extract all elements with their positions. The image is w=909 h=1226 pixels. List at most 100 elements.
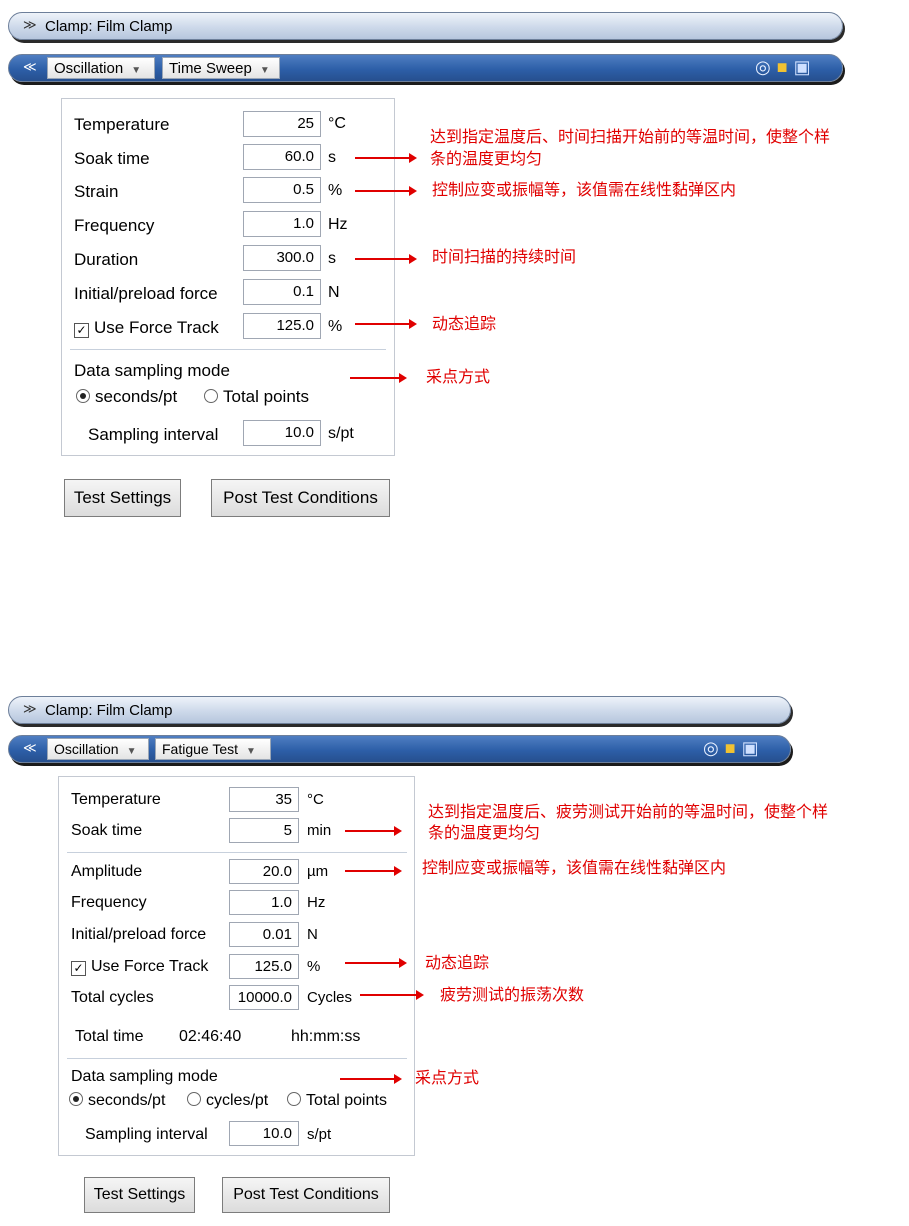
expand-chevron-icon[interactable]: ≫ xyxy=(23,701,37,717)
amplitude-note: 控制应变或振幅等，该值需在线性黏弹区内 xyxy=(422,858,727,877)
globe-icon[interactable]: ◎ xyxy=(755,57,771,77)
soak-time-unit: s xyxy=(328,149,336,166)
radio-total-points-label: Total points xyxy=(223,387,309,406)
frequency-input[interactable]: 1.0 xyxy=(243,211,321,237)
preload-force-input[interactable]: 0.1 xyxy=(243,279,321,305)
radio-seconds-label: seconds/pt xyxy=(95,387,178,406)
sampling-mode-title: Data sampling mode xyxy=(71,1068,218,1085)
save-icon[interactable]: ▣ xyxy=(742,738,759,758)
post-test-conditions-button[interactable]: Post Test Conditions xyxy=(211,479,390,517)
expand-chevron-icon[interactable]: ≫ xyxy=(23,17,37,33)
annotation-arrow xyxy=(345,958,407,968)
globe-icon[interactable]: ◎ xyxy=(703,738,719,758)
radio-unselected-icon[interactable] xyxy=(287,1092,301,1106)
duration-label: Duration xyxy=(74,250,139,269)
soak-note-line2: 条的温度更均匀 xyxy=(430,149,543,168)
test-settings-button[interactable]: Test Settings xyxy=(64,479,181,517)
total-cycles-input[interactable]: 10000.0 xyxy=(229,985,299,1010)
sampling-interval-input[interactable]: 10.0 xyxy=(229,1121,299,1146)
test-type-select[interactable]: Fatigue Test ▼ xyxy=(155,738,271,760)
test-type-value: Fatigue Test xyxy=(162,741,239,757)
soak-time-label: Soak time xyxy=(71,822,143,839)
annotation-arrow xyxy=(355,153,417,163)
soak-note-line1: 达到指定温度后、时间扫描开始前的等温时间，使整个样 xyxy=(430,127,831,146)
collapse-chevron-icon[interactable]: ≪ xyxy=(23,59,37,75)
radio-total-points[interactable]: Total points xyxy=(287,1092,387,1110)
mode-select-value: Oscillation xyxy=(54,60,124,77)
force-track-input[interactable]: 125.0 xyxy=(243,313,321,339)
preload-force-label: Initial/preload force xyxy=(71,926,207,943)
radio-seconds-pt[interactable]: seconds/pt xyxy=(76,387,177,407)
frequency-input[interactable]: 1.0 xyxy=(229,890,299,915)
sampling-interval-input[interactable]: 10.0 xyxy=(243,420,321,446)
radio-seconds-label: seconds/pt xyxy=(88,1092,166,1109)
test-type-value: Time Sweep xyxy=(169,60,252,77)
checkbox-checked-icon[interactable]: ✓ xyxy=(71,961,86,976)
amplitude-unit: µm xyxy=(307,863,329,880)
annotation-arrow xyxy=(355,186,417,196)
radio-total-points[interactable]: Total points xyxy=(204,387,309,407)
sampling-interval-unit: s/pt xyxy=(307,1126,332,1143)
annotation-arrow xyxy=(345,826,402,836)
collapse-chevron-icon[interactable]: ≪ xyxy=(23,740,37,756)
duration-input[interactable]: 300.0 xyxy=(243,245,321,271)
force-track-unit: % xyxy=(307,958,321,975)
chevron-down-icon: ▼ xyxy=(259,65,270,76)
folder-icon[interactable]: ■ xyxy=(777,57,788,77)
strain-note: 控制应变或振幅等，该值需在线性黏弹区内 xyxy=(432,180,737,199)
parameters-panel: Temperature 25 °C Soak time 60.0 s Strai… xyxy=(61,98,395,456)
temperature-unit: °C xyxy=(328,115,346,132)
preload-force-input[interactable]: 0.01 xyxy=(229,922,299,947)
chevron-down-icon: ▼ xyxy=(126,746,137,757)
radio-cycles-label: cycles/pt xyxy=(206,1092,269,1109)
radio-selected-icon[interactable] xyxy=(69,1092,83,1106)
force-track-checkbox[interactable]: ✓ Use Force Track xyxy=(74,318,219,338)
temperature-input[interactable]: 35 xyxy=(229,787,299,812)
radio-cycles-pt[interactable]: cycles/pt xyxy=(187,1092,268,1110)
soak-note-line1: 达到指定温度后、疲劳测试开始前的等温时间，使整个样 xyxy=(428,802,829,821)
clamp-bar[interactable]: ≫ Clamp: Film Clamp xyxy=(8,696,791,724)
total-time-unit: hh:mm:ss xyxy=(291,1028,361,1045)
temperature-unit: °C xyxy=(307,791,324,808)
soak-note-line2: 条的温度更均匀 xyxy=(428,823,541,842)
test-type-select[interactable]: Time Sweep ▼ xyxy=(162,57,280,79)
test-settings-button[interactable]: Test Settings xyxy=(84,1177,195,1213)
total-cycles-unit: Cycles xyxy=(307,989,353,1006)
chevron-down-icon: ▼ xyxy=(246,746,256,757)
force-track-label: Use Force Track xyxy=(91,958,209,975)
save-icon[interactable]: ▣ xyxy=(794,57,811,77)
frequency-unit: Hz xyxy=(307,894,326,911)
divider xyxy=(67,1058,407,1059)
duration-unit: s xyxy=(328,250,336,267)
annotation-arrow xyxy=(350,373,407,383)
force-track-input[interactable]: 125.0 xyxy=(229,954,299,979)
annotation-arrow xyxy=(340,1074,402,1084)
radio-seconds-pt[interactable]: seconds/pt xyxy=(69,1092,165,1110)
soak-time-input[interactable]: 60.0 xyxy=(243,144,321,170)
amplitude-input[interactable]: 20.0 xyxy=(229,859,299,884)
checkbox-checked-icon[interactable]: ✓ xyxy=(74,323,89,338)
soak-time-label: Soak time xyxy=(74,149,150,168)
mode-select[interactable]: Oscillation ▼ xyxy=(47,738,149,760)
mode-select[interactable]: Oscillation ▼ xyxy=(47,57,155,79)
folder-icon[interactable]: ■ xyxy=(725,738,736,758)
strain-input[interactable]: 0.5 xyxy=(243,177,321,203)
force-track-note: 动态追踪 xyxy=(432,314,497,333)
total-cycles-label: Total cycles xyxy=(71,989,154,1006)
radio-unselected-icon[interactable] xyxy=(204,389,218,403)
amplitude-label: Amplitude xyxy=(71,863,143,880)
soak-time-input[interactable]: 5 xyxy=(229,818,299,843)
radio-unselected-icon[interactable] xyxy=(187,1092,201,1106)
radio-selected-icon[interactable] xyxy=(76,389,90,403)
force-track-checkbox[interactable]: ✓ Use Force Track xyxy=(71,958,208,976)
temperature-label: Temperature xyxy=(74,115,170,134)
method-toolbar: ≪ Oscillation ▼ Fatigue Test ▼ ◎ ■ ▣ xyxy=(8,735,791,763)
temperature-input[interactable]: 25 xyxy=(243,111,321,137)
chevron-down-icon: ▼ xyxy=(131,65,142,76)
radio-total-points-label: Total points xyxy=(306,1092,387,1109)
preload-force-unit: N xyxy=(307,926,318,943)
clamp-bar[interactable]: ≫ Clamp: Film Clamp xyxy=(8,12,843,40)
force-track-note: 动态追踪 xyxy=(425,953,490,972)
frequency-label: Frequency xyxy=(71,894,147,911)
post-test-conditions-button[interactable]: Post Test Conditions xyxy=(222,1177,390,1213)
